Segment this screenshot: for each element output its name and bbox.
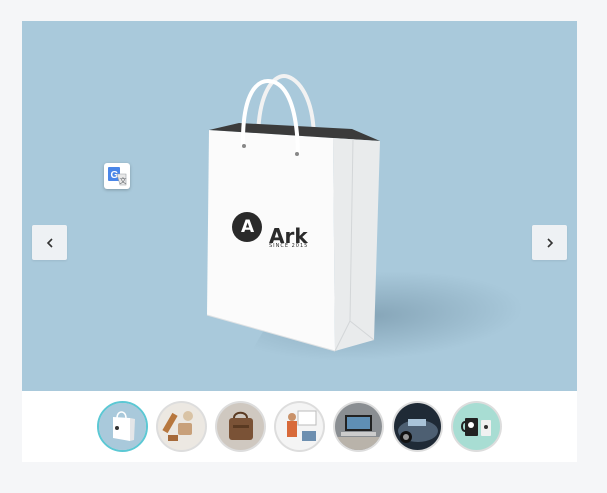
image-gallery: A Ark SINCE 2015 G 文 xyxy=(22,21,577,462)
shopping-bag-image xyxy=(206,73,380,352)
brand-tagline: SINCE 2015 xyxy=(269,243,309,249)
svg-text:文: 文 xyxy=(120,176,127,185)
thumbnail-laptop-desk[interactable] xyxy=(333,401,384,452)
thumbnail-car[interactable] xyxy=(392,401,443,452)
thumbnail-craft-items[interactable] xyxy=(156,401,207,452)
logo-letter: A xyxy=(241,217,255,237)
previous-button[interactable] xyxy=(32,225,67,260)
google-translate-icon[interactable]: G 文 xyxy=(104,163,130,189)
main-image: A Ark SINCE 2015 G 文 xyxy=(22,21,577,391)
chevron-right-icon xyxy=(546,237,553,248)
chevron-left-icon xyxy=(46,237,53,248)
thumbnail-shopping-bag[interactable] xyxy=(97,401,148,452)
thumbnail-presentation[interactable] xyxy=(274,401,325,452)
thumbnail-leather-bag[interactable] xyxy=(215,401,266,452)
thumbnail-strip xyxy=(22,391,577,462)
thumbnail-mugs[interactable] xyxy=(451,401,502,452)
next-button[interactable] xyxy=(532,225,567,260)
